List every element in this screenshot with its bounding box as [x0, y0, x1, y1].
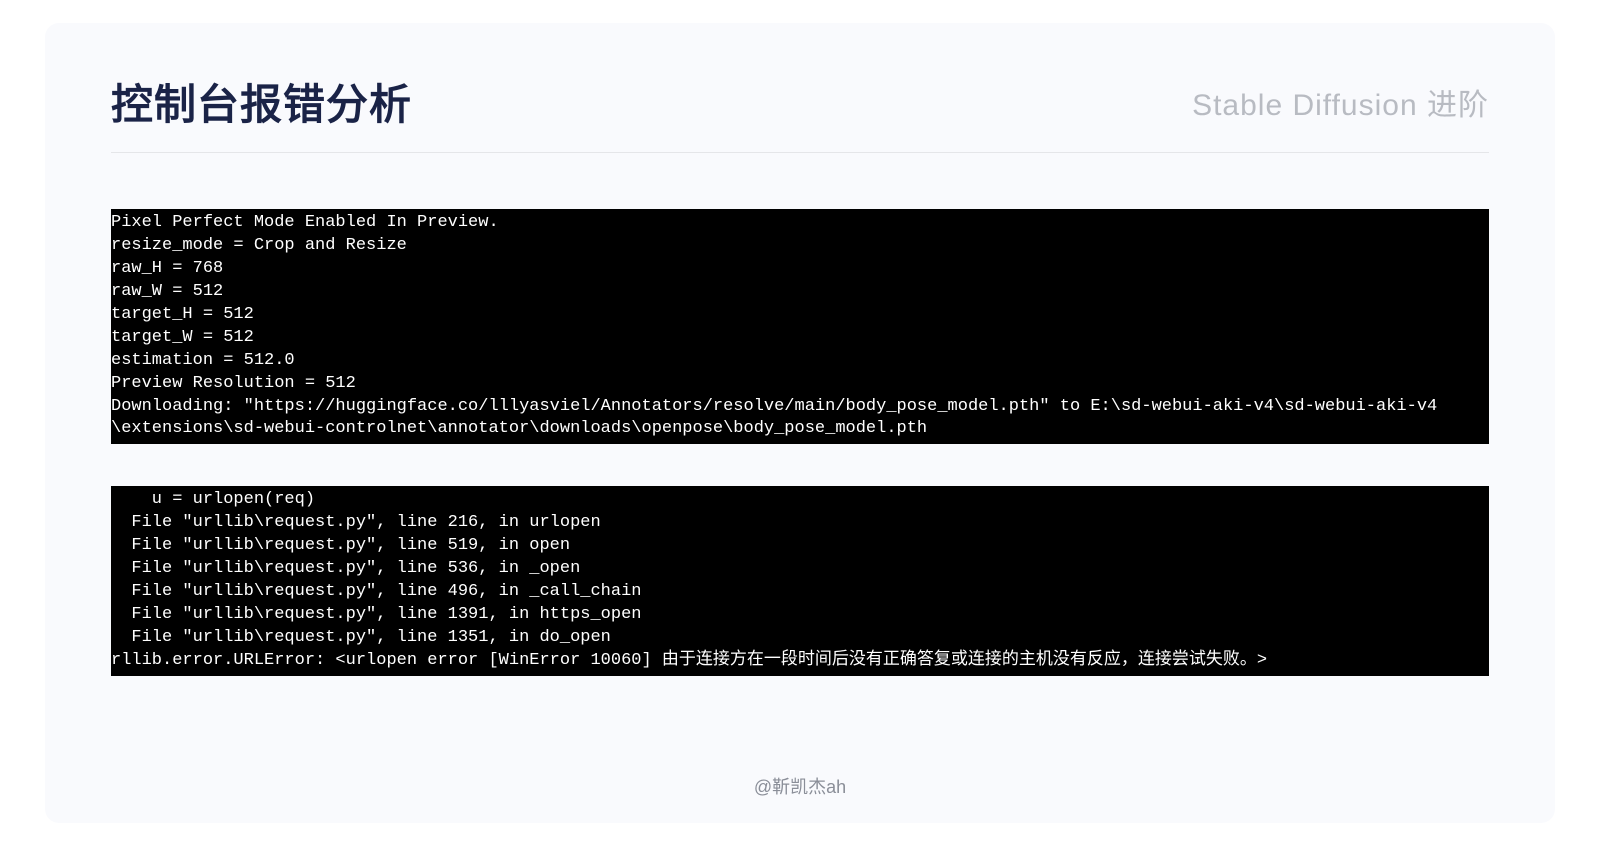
- page-subtitle: Stable Diffusion 进阶: [1192, 80, 1489, 124]
- page-title: 控制台报错分析: [111, 71, 412, 132]
- slide-header: 控制台报错分析 Stable Diffusion 进阶: [111, 71, 1489, 153]
- console-output-download: Pixel Perfect Mode Enabled In Preview. r…: [111, 209, 1489, 444]
- footer-credit: @靳凯杰ah: [45, 773, 1555, 799]
- slide-container: 控制台报错分析 Stable Diffusion 进阶 Pixel Perfec…: [45, 23, 1555, 823]
- console-output-error: u = urlopen(req) File "urllib\request.py…: [111, 486, 1489, 676]
- title-text: 控制台报错分析: [111, 81, 412, 128]
